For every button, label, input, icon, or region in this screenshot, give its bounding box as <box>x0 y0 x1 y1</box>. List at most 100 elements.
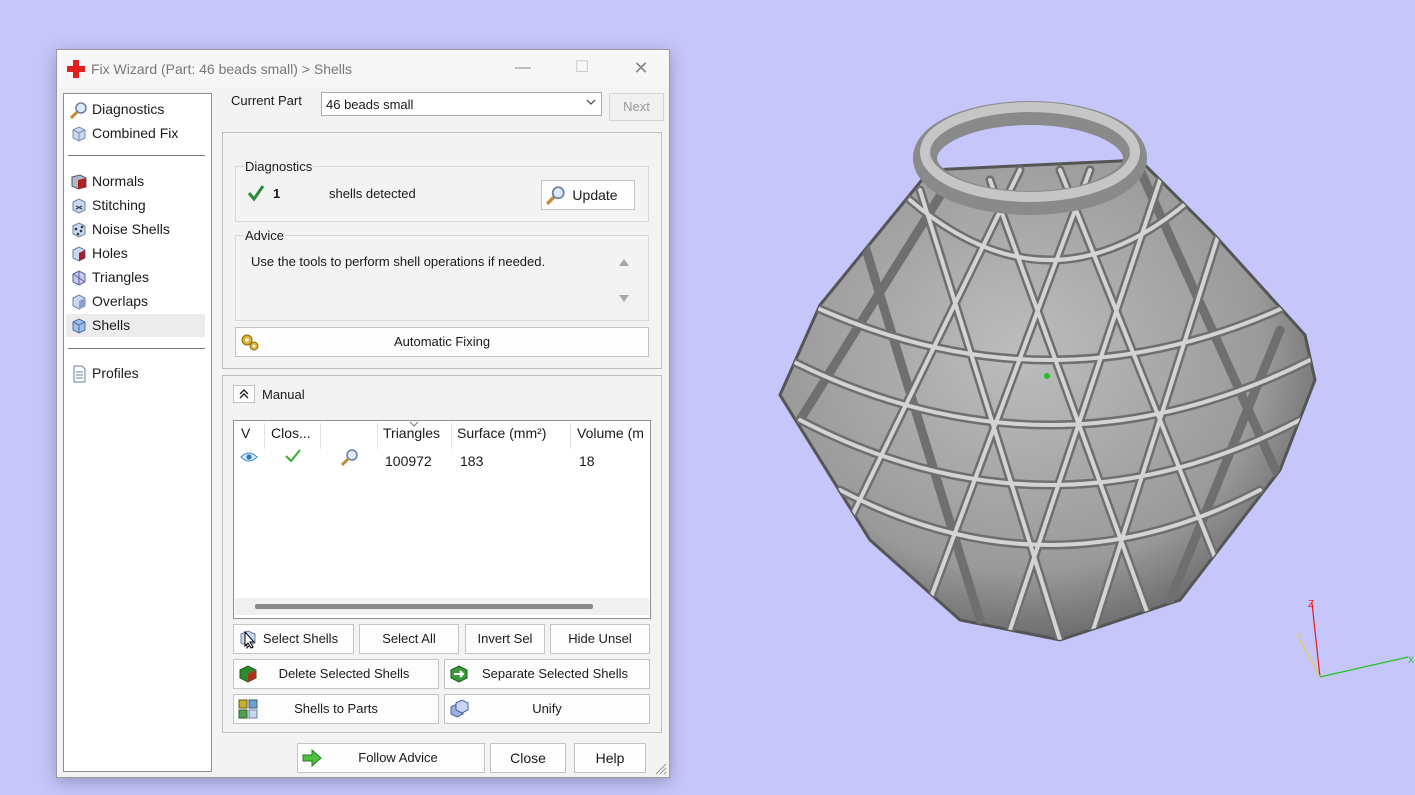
diagnostics-group-title: Diagnostics <box>244 159 314 174</box>
axis-y-label: Y <box>1296 632 1302 642</box>
model-body <box>778 158 1317 642</box>
scrollbar-thumb[interactable] <box>255 604 593 609</box>
3d-model-view[interactable] <box>760 100 1340 660</box>
column-header-surface[interactable]: Surface (mm²) <box>457 425 546 449</box>
cell-volume: 18 <box>579 453 595 469</box>
nav-item-stitching[interactable]: Stitching <box>66 194 205 217</box>
current-part-select[interactable]: 46 beads small <box>321 92 602 116</box>
nav-label: Stitching <box>92 197 146 213</box>
follow-advice-label: Follow Advice <box>358 750 438 765</box>
update-button[interactable]: Update <box>541 180 635 210</box>
current-part-label: Current Part <box>231 93 302 108</box>
checkmark-icon <box>285 449 301 463</box>
scroll-down-icon[interactable] <box>619 295 629 303</box>
help-label: Help <box>595 750 625 766</box>
nav-label: Triangles <box>92 269 150 285</box>
automatic-fixing-button[interactable]: Automatic Fixing <box>235 327 649 357</box>
shell-count: 1 <box>273 186 281 201</box>
column-header-volume[interactable]: Volume (m <box>577 425 644 449</box>
collapse-manual-button[interactable] <box>233 385 255 403</box>
document-icon <box>73 365 86 383</box>
advice-group <box>235 235 649 321</box>
column-divider <box>264 423 265 449</box>
magnifier-icon <box>70 102 87 119</box>
shells-detected-text: shells detected <box>329 186 416 201</box>
holes-cube-icon <box>72 246 86 262</box>
select-all-button[interactable]: Select All <box>359 624 459 654</box>
gears-icon <box>241 334 259 351</box>
unify-button[interactable]: Unify <box>444 694 650 724</box>
advice-group-title: Advice <box>244 228 286 243</box>
axis-triad: Z Y X <box>1296 599 1414 678</box>
resize-grip-icon[interactable] <box>655 763 667 775</box>
current-part-value: 46 beads small <box>326 97 414 112</box>
close-icon: ✕ <box>633 58 649 78</box>
eye-icon[interactable] <box>240 451 258 463</box>
fix-wizard-nav: Diagnostics Combined Fix Normals Stitchi… <box>63 93 212 772</box>
cube-icon <box>72 126 86 142</box>
help-button[interactable]: Help <box>574 743 646 773</box>
red-cross-icon <box>67 60 85 78</box>
select-all-label: Select All <box>382 631 436 646</box>
cell-surface: 183 <box>460 453 484 469</box>
follow-advice-button[interactable]: Follow Advice <box>297 743 485 773</box>
nav-item-shells[interactable]: Shells <box>66 314 205 337</box>
hide-unsel-label: Hide Unsel <box>568 631 632 646</box>
nav-label: Noise Shells <box>92 221 170 237</box>
nav-separator <box>68 348 205 349</box>
nav-item-profiles[interactable]: Profiles <box>66 362 205 385</box>
column-header-triangles[interactable]: Triangles <box>383 425 440 449</box>
nav-item-combined-fix[interactable]: Combined Fix <box>66 122 205 145</box>
separate-selected-shells-button[interactable]: Separate Selected Shells <box>444 659 650 689</box>
maximize-button[interactable]: ☐ <box>562 56 602 82</box>
close-window-button[interactable]: ✕ <box>621 56 661 82</box>
nav-item-triangles[interactable]: Triangles <box>66 266 205 289</box>
shells-to-parts-icon <box>238 699 258 719</box>
minimize-button[interactable]: — <box>503 56 543 82</box>
nav-item-noise-shells[interactable]: Noise Shells <box>66 218 205 241</box>
magnifier-icon[interactable] <box>341 448 359 466</box>
column-header-closed[interactable]: Clos... <box>271 425 311 449</box>
nav-item-overlaps[interactable]: Overlaps <box>66 290 205 313</box>
unify-label: Unify <box>532 701 562 716</box>
column-divider <box>570 423 571 449</box>
magnifier-icon <box>546 186 565 205</box>
advice-text: Use the tools to perform shell operation… <box>251 254 546 269</box>
next-button[interactable]: Next <box>609 93 664 121</box>
hide-unselected-button[interactable]: Hide Unsel <box>550 624 650 654</box>
title-bar[interactable]: Fix Wizard (Part: 46 beads small) > Shel… <box>57 50 669 88</box>
nav-label: Normals <box>92 173 145 189</box>
nav-label: Holes <box>92 245 128 261</box>
stitching-cube-icon <box>72 198 86 214</box>
checkmark-icon <box>247 185 265 202</box>
invert-sel-label: Invert Sel <box>477 631 533 646</box>
double-chevron-up-icon <box>239 389 249 399</box>
noise-shells-cube-icon <box>72 222 86 238</box>
minimize-icon: — <box>515 59 531 76</box>
shells-table[interactable]: V Clos... Triangles Surface (mm²) Volume… <box>233 420 651 619</box>
nav-item-holes[interactable]: Holes <box>66 242 205 265</box>
invert-selection-button[interactable]: Invert Sel <box>465 624 545 654</box>
shells-to-parts-button[interactable]: Shells to Parts <box>233 694 439 724</box>
close-button[interactable]: Close <box>490 743 566 773</box>
nav-label: Combined Fix <box>92 125 179 141</box>
delete-selected-shells-button[interactable]: Delete Selected Shells <box>233 659 439 689</box>
green-arrow-icon <box>302 748 322 768</box>
separate-selected-label: Separate Selected Shells <box>482 666 628 681</box>
delete-shells-icon <box>239 665 257 683</box>
nav-label: Profiles <box>92 365 139 381</box>
nav-label: Overlaps <box>92 293 149 309</box>
scroll-up-icon[interactable] <box>619 258 629 266</box>
horizontal-scrollbar[interactable] <box>235 598 649 615</box>
axis-z-label: Z <box>1308 599 1314 610</box>
select-shells-label: Select Shells <box>262 631 339 646</box>
nav-item-diagnostics[interactable]: Diagnostics <box>66 98 205 121</box>
delete-selected-label: Delete Selected Shells <box>278 666 410 681</box>
column-header-v[interactable]: V <box>241 425 250 449</box>
nav-label: Shells <box>92 317 131 333</box>
nav-item-normals[interactable]: Normals <box>66 170 205 193</box>
cell-triangles: 100972 <box>385 453 432 469</box>
unify-icon <box>450 699 469 718</box>
automatic-fixing-label: Automatic Fixing <box>393 334 491 349</box>
window-title: Fix Wizard (Part: 46 beads small) > Shel… <box>91 61 353 77</box>
